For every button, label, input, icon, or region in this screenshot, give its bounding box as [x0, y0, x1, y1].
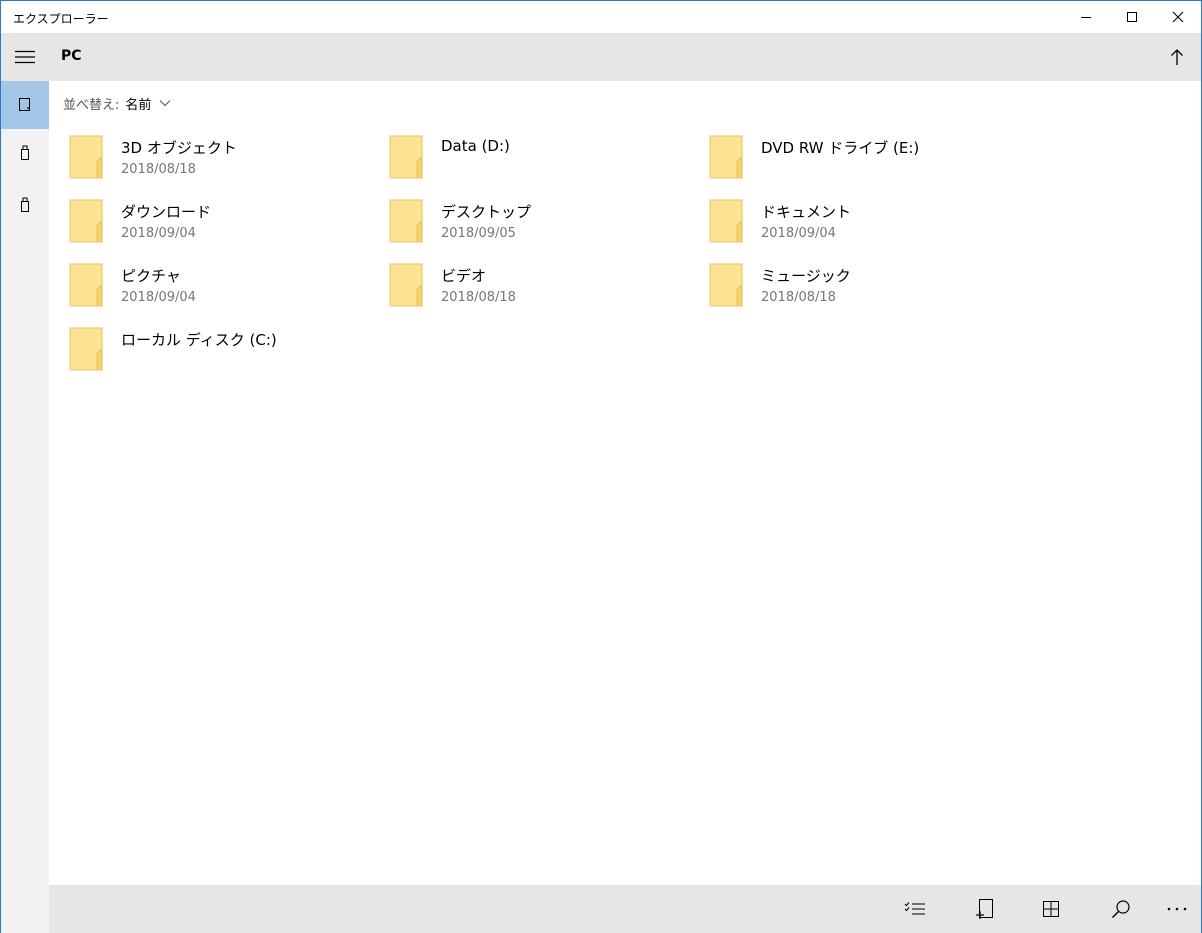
folder-icon [69, 263, 103, 307]
command-bar [49, 885, 1201, 933]
item-name: ビデオ [441, 267, 487, 285]
item-name: ミュージック [761, 267, 851, 285]
item-date: 2018/08/18 [441, 290, 516, 305]
folder-icon [389, 263, 423, 307]
folder-icon [389, 135, 423, 179]
item-name: ダウンロード [121, 203, 212, 221]
folder-item[interactable]: ピクチャ 2018/09/04 [69, 261, 369, 313]
item-name: ドキュメント [761, 203, 852, 221]
arrow-up-icon [1171, 49, 1183, 65]
item-date: 2018/09/05 [441, 226, 516, 241]
minimize-icon [1081, 17, 1091, 18]
folder-icon [709, 199, 743, 243]
more-button[interactable] [1153, 885, 1201, 933]
item-name: ローカル ディスク (C:) [121, 331, 277, 349]
view-button[interactable] [1027, 885, 1075, 933]
folder-icon [69, 327, 103, 371]
usb-drive-icon [21, 197, 29, 212]
item-name: Data (D:) [441, 137, 510, 155]
sort-dropdown[interactable]: 並べ替え: 名前 [63, 93, 171, 113]
folder-item[interactable]: ビデオ 2018/08/18 [389, 261, 689, 313]
explorer-window: エクスプローラー PC 並べ替え: 名前 3D オブジェクト 2018/08/1… [0, 0, 1202, 933]
folder-icon [709, 263, 743, 307]
item-name: デスクトップ [441, 203, 532, 221]
folder-item[interactable]: デスクトップ 2018/09/05 [389, 197, 689, 249]
item-date: 2018/08/18 [121, 162, 196, 177]
nav-item-pc[interactable] [1, 81, 49, 129]
folder-item[interactable]: ダウンロード 2018/09/04 [69, 197, 369, 249]
close-icon [1172, 11, 1184, 23]
folder-item[interactable]: 3D オブジェクト 2018/08/18 [69, 133, 369, 185]
item-name: ピクチャ [121, 267, 181, 285]
drive-item[interactable]: ローカル ディスク (C:) [69, 325, 369, 377]
usb-drive-icon [21, 145, 29, 160]
item-date: 2018/09/04 [121, 226, 196, 241]
maximize-button[interactable] [1109, 1, 1155, 33]
item-name: 3D オブジェクト [121, 139, 237, 157]
location-header: PC [49, 33, 1201, 81]
more-icon [1167, 907, 1187, 911]
nav-item-drive-1[interactable] [1, 129, 49, 177]
window-title: エクスプローラー [13, 12, 109, 26]
pc-icon [19, 98, 30, 111]
drive-item[interactable]: DVD RW ドライブ (E:) [709, 133, 1009, 185]
item-date: 2018/08/18 [761, 290, 836, 305]
hamburger-menu-button[interactable] [1, 33, 49, 81]
nav-item-drive-2[interactable] [1, 181, 49, 229]
folder-item[interactable]: ドキュメント 2018/09/04 [709, 197, 1009, 249]
select-icon [904, 902, 925, 915]
maximize-icon [1127, 12, 1137, 22]
item-name: DVD RW ドライブ (E:) [761, 139, 920, 157]
drive-item[interactable]: Data (D:) [389, 133, 689, 185]
title-bar: エクスプローラー [1, 1, 1201, 33]
chevron-down-icon [159, 99, 171, 107]
location-title: PC [61, 48, 82, 64]
item-date: 2018/09/04 [761, 226, 836, 241]
folder-icon [709, 135, 743, 179]
minimize-button[interactable] [1063, 1, 1109, 33]
nav-rail [1, 33, 49, 933]
hamburger-icon [15, 50, 35, 64]
sort-label: 並べ替え: [63, 97, 120, 113]
search-icon [1112, 900, 1130, 918]
new-item-icon [976, 899, 993, 919]
up-button[interactable] [1153, 33, 1201, 81]
sort-value: 名前 [125, 97, 152, 113]
folder-icon [389, 199, 423, 243]
select-button[interactable] [891, 885, 939, 933]
folder-icon [69, 135, 103, 179]
new-item-button[interactable] [961, 885, 1009, 933]
folder-icon [69, 199, 103, 243]
search-button[interactable] [1097, 885, 1145, 933]
close-button[interactable] [1155, 1, 1201, 33]
view-icon [1043, 901, 1059, 917]
item-date: 2018/09/04 [121, 290, 196, 305]
folder-item[interactable]: ミュージック 2018/08/18 [709, 261, 1009, 313]
